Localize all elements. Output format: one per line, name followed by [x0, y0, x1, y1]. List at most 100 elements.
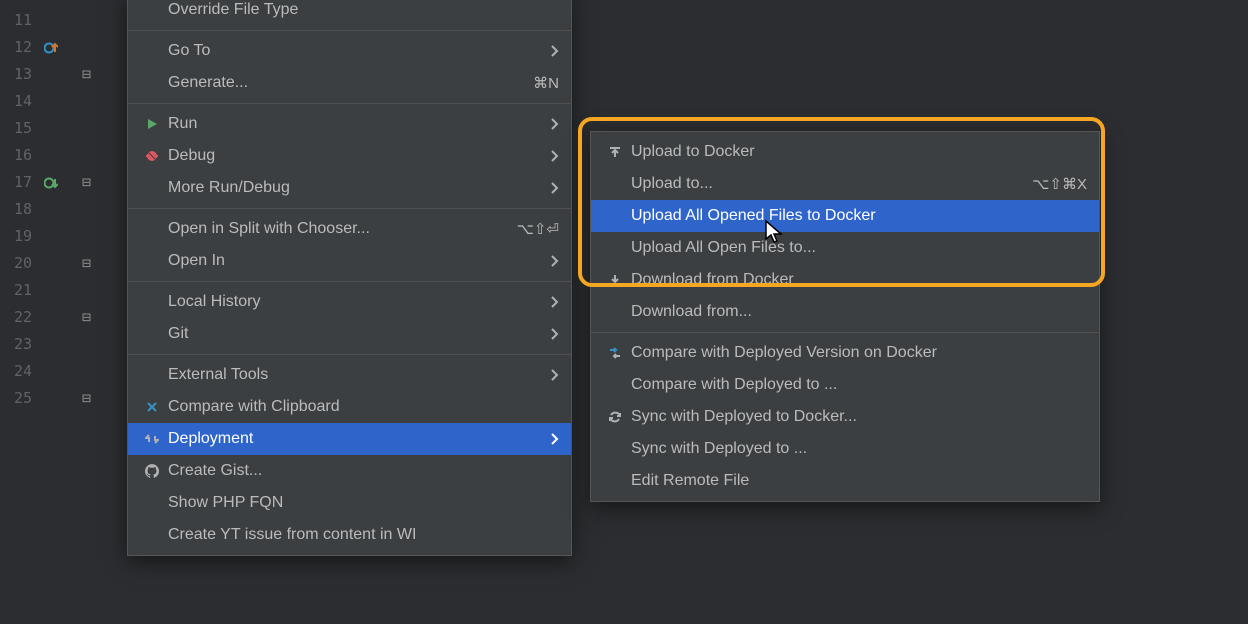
menu-item[interactable]: Download from Docker: [591, 264, 1099, 296]
fold-icon[interactable]: ⊟: [82, 169, 96, 196]
gutter-line-number: 12: [0, 34, 74, 61]
menu-item-label: External Tools: [168, 366, 545, 384]
menu-item-label: Upload All Open Files to...: [631, 239, 1087, 257]
chevron-right-icon: [545, 150, 559, 162]
editor-gutter: 10111213141516171819202122232425: [0, 0, 74, 624]
menu-item-label: Download from...: [631, 303, 1087, 321]
menu-item[interactable]: Download from...: [591, 296, 1099, 328]
run-icon: [140, 117, 164, 131]
menu-item[interactable]: Generate... ⌘N: [128, 67, 571, 99]
gutter-line-number: 16: [0, 142, 74, 169]
chevron-right-icon: [545, 433, 559, 445]
menu-item[interactable]: External Tools: [128, 359, 571, 391]
menu-item-label: Open in Split with Chooser...: [168, 220, 501, 238]
menu-item[interactable]: Compare with Deployed to ...: [591, 369, 1099, 401]
menu-item[interactable]: Sync with Deployed to ...: [591, 433, 1099, 465]
gutter-line-number: 24: [0, 358, 74, 385]
menu-separator: [128, 354, 571, 355]
menu-item[interactable]: Git: [128, 318, 571, 350]
fold-icon[interactable]: ⊟: [82, 304, 96, 331]
menu-item-label: Upload to...: [631, 175, 1016, 193]
menu-item[interactable]: More Run/Debug: [128, 172, 571, 204]
gutter-line-number: 10: [0, 0, 74, 7]
override-icon[interactable]: [42, 39, 60, 57]
fold-icon[interactable]: ⊟: [82, 250, 96, 277]
menu-item[interactable]: Open In: [128, 245, 571, 277]
menu-item[interactable]: Compare with Clipboard: [128, 391, 571, 423]
menu-item-label: Show PHP FQN: [168, 494, 559, 512]
menu-item-label: Deployment: [168, 430, 545, 448]
menu-item[interactable]: Debug: [128, 140, 571, 172]
menu-item-label: Download from Docker: [631, 271, 1087, 289]
menu-item[interactable]: Upload All Open Files to...: [591, 232, 1099, 264]
gutter-line-number: 22: [0, 304, 74, 331]
upload-icon: [603, 145, 627, 159]
menu-item[interactable]: Upload to... ⌥⇧⌘X: [591, 168, 1099, 200]
menu-item-label: Sync with Deployed to Docker...: [631, 408, 1087, 426]
diffarrow-icon: [603, 346, 627, 360]
menu-item-label: Generate...: [168, 74, 517, 92]
menu-item-shortcut: ⌘N: [533, 74, 559, 92]
menu-separator: [591, 332, 1099, 333]
menu-item[interactable]: Compare with Deployed Version on Docker: [591, 337, 1099, 369]
menu-item-label: Go To: [168, 42, 545, 60]
menu-separator: [128, 30, 571, 31]
menu-item-shortcut: ⌥⇧⌘X: [1032, 175, 1087, 193]
menu-item[interactable]: Show PHP FQN: [128, 487, 571, 519]
menu-item[interactable]: Sync with Deployed to Docker...: [591, 401, 1099, 433]
chevron-right-icon: [545, 369, 559, 381]
chevron-right-icon: [545, 182, 559, 194]
debug-icon: [140, 149, 164, 163]
fold-icon[interactable]: ⊟: [82, 61, 96, 88]
menu-item-label: Debug: [168, 147, 545, 165]
download-icon: [603, 273, 627, 287]
gutter-line-number: 20: [0, 250, 74, 277]
menu-item-label: Open In: [168, 252, 545, 270]
menu-item[interactable]: Create Gist...: [128, 455, 571, 487]
menu-item[interactable]: Upload to Docker: [591, 136, 1099, 168]
chevron-right-icon: [545, 255, 559, 267]
menu-item[interactable]: Create YT issue from content in WI: [128, 519, 571, 551]
menu-item[interactable]: Edit Remote File: [591, 465, 1099, 497]
implement-icon[interactable]: [42, 174, 60, 192]
menu-item[interactable]: Deployment: [128, 423, 571, 455]
gutter-line-number: 13: [0, 61, 74, 88]
deploy-icon: [140, 432, 164, 446]
chevron-right-icon: [545, 118, 559, 130]
gutter-line-number: 11: [0, 7, 74, 34]
menu-item-shortcut: ⌥⇧⏎: [517, 220, 559, 238]
context-menu: Override File Type Go To Generate... ⌘N Run D…: [127, 0, 572, 556]
fold-icon[interactable]: ⊟: [82, 385, 96, 412]
menu-item-label: Upload to Docker: [631, 143, 1087, 161]
menu-item-label: Upload All Opened Files to Docker: [631, 207, 1087, 225]
menu-item[interactable]: Run: [128, 108, 571, 140]
menu-item[interactable]: Upload All Opened Files to Docker: [591, 200, 1099, 232]
menu-separator: [128, 281, 571, 282]
menu-item[interactable]: Open in Split with Chooser... ⌥⇧⏎: [128, 213, 571, 245]
gutter-line-number: 17: [0, 169, 74, 196]
menu-separator: [128, 103, 571, 104]
menu-item[interactable]: Local History: [128, 286, 571, 318]
gutter-line-number: 23: [0, 331, 74, 358]
menu-item-label: Run: [168, 115, 545, 133]
menu-item[interactable]: Override File Type: [128, 0, 571, 26]
menu-item-label: Create YT issue from content in WI: [168, 526, 559, 544]
chevron-right-icon: [545, 328, 559, 340]
gutter-line-number: 19: [0, 223, 74, 250]
menu-item-label: Compare with Deployed to ...: [631, 376, 1087, 394]
menu-item-label: Compare with Clipboard: [168, 398, 559, 416]
fold-icon[interactable]: ⊟: [82, 0, 96, 7]
deployment-submenu: Upload to Docker Upload to... ⌥⇧⌘X Upload A…: [590, 131, 1100, 502]
menu-item-label: Override File Type: [168, 1, 559, 19]
diff-icon: [140, 400, 164, 414]
github-icon: [140, 464, 164, 478]
menu-item-label: Compare with Deployed Version on Docker: [631, 344, 1087, 362]
menu-item[interactable]: Go To: [128, 35, 571, 67]
menu-separator: [128, 208, 571, 209]
gutter-line-number: 14: [0, 88, 74, 115]
menu-item-label: Local History: [168, 293, 545, 311]
menu-item-label: Edit Remote File: [631, 472, 1087, 490]
gutter-line-number: 18: [0, 196, 74, 223]
menu-item-label: Create Gist...: [168, 462, 559, 480]
sync-icon: [603, 410, 627, 424]
